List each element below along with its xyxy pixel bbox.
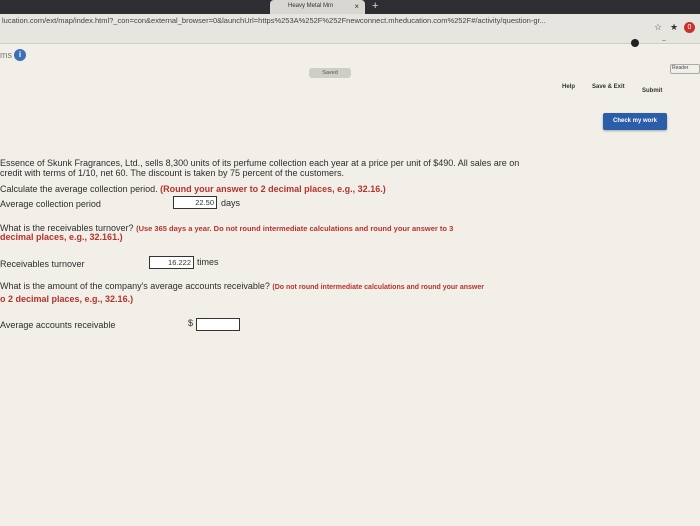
question-3-instruction-cont: o 2 decimal places, e.g., 32.16.) [0, 294, 134, 304]
average-accounts-receivable-input[interactable] [196, 318, 240, 331]
address-bar: lucation.com/ext/map/index.html?_con=con… [0, 14, 700, 47]
bookmark-star-icon[interactable]: ☆ [654, 22, 662, 33]
save-exit-button[interactable]: Save & Exit [592, 84, 625, 90]
help-button[interactable]: Help [562, 84, 575, 90]
question-1-prompt: Calculate the average collection period.… [0, 184, 386, 194]
average-collection-period-input[interactable]: 22.50 [173, 196, 217, 209]
reader-button[interactable]: Reader [670, 64, 700, 74]
saved-status-badge: Saved [309, 68, 351, 78]
extension-icon[interactable]: ★ [670, 22, 678, 33]
question-1-unit: days [221, 198, 241, 208]
toolbar: Help Save & Exit Submit [0, 84, 700, 98]
info-icon[interactable]: i [14, 49, 26, 61]
question-3-label: Average accounts receivable [0, 320, 116, 330]
close-icon[interactable]: × [354, 2, 359, 11]
question-2-instruction-cont: decimal places, e.g., 32.161.) [0, 232, 123, 242]
app-header: ms i Saved Reader [0, 44, 700, 84]
question-2-unit: times [197, 257, 219, 267]
question-3-prompt: What is the amount of the company's aver… [0, 281, 484, 291]
minimize-icon[interactable]: – [662, 37, 666, 44]
check-my-work-button[interactable]: Check my work [603, 113, 667, 130]
question-2-label: Receivables turnover [0, 259, 85, 269]
new-tab-icon[interactable]: + [372, 0, 378, 12]
question-intro-line-2: credit with terms of 1/10, net 60. The d… [0, 168, 345, 178]
currency-symbol: $ [188, 318, 194, 328]
browser-tab-strip: Heavy Metal Mrn × + [0, 0, 700, 14]
browser-tab[interactable]: Heavy Metal Mrn × [270, 0, 365, 14]
question-intro-line-1: Essence of Skunk Fragrances, Ltd., sells… [0, 158, 520, 168]
receivables-turnover-input[interactable]: 16.222 [149, 256, 194, 269]
browser-tab-title: Heavy Metal Mrn [288, 3, 334, 9]
question-1-label: Average collection period [0, 199, 101, 209]
submit-button[interactable]: Submit [642, 88, 662, 94]
extension-badge[interactable]: 0 [684, 22, 695, 33]
url-field[interactable]: lucation.com/ext/map/index.html?_con=con… [2, 16, 642, 25]
assignment-label: ms [0, 50, 12, 60]
